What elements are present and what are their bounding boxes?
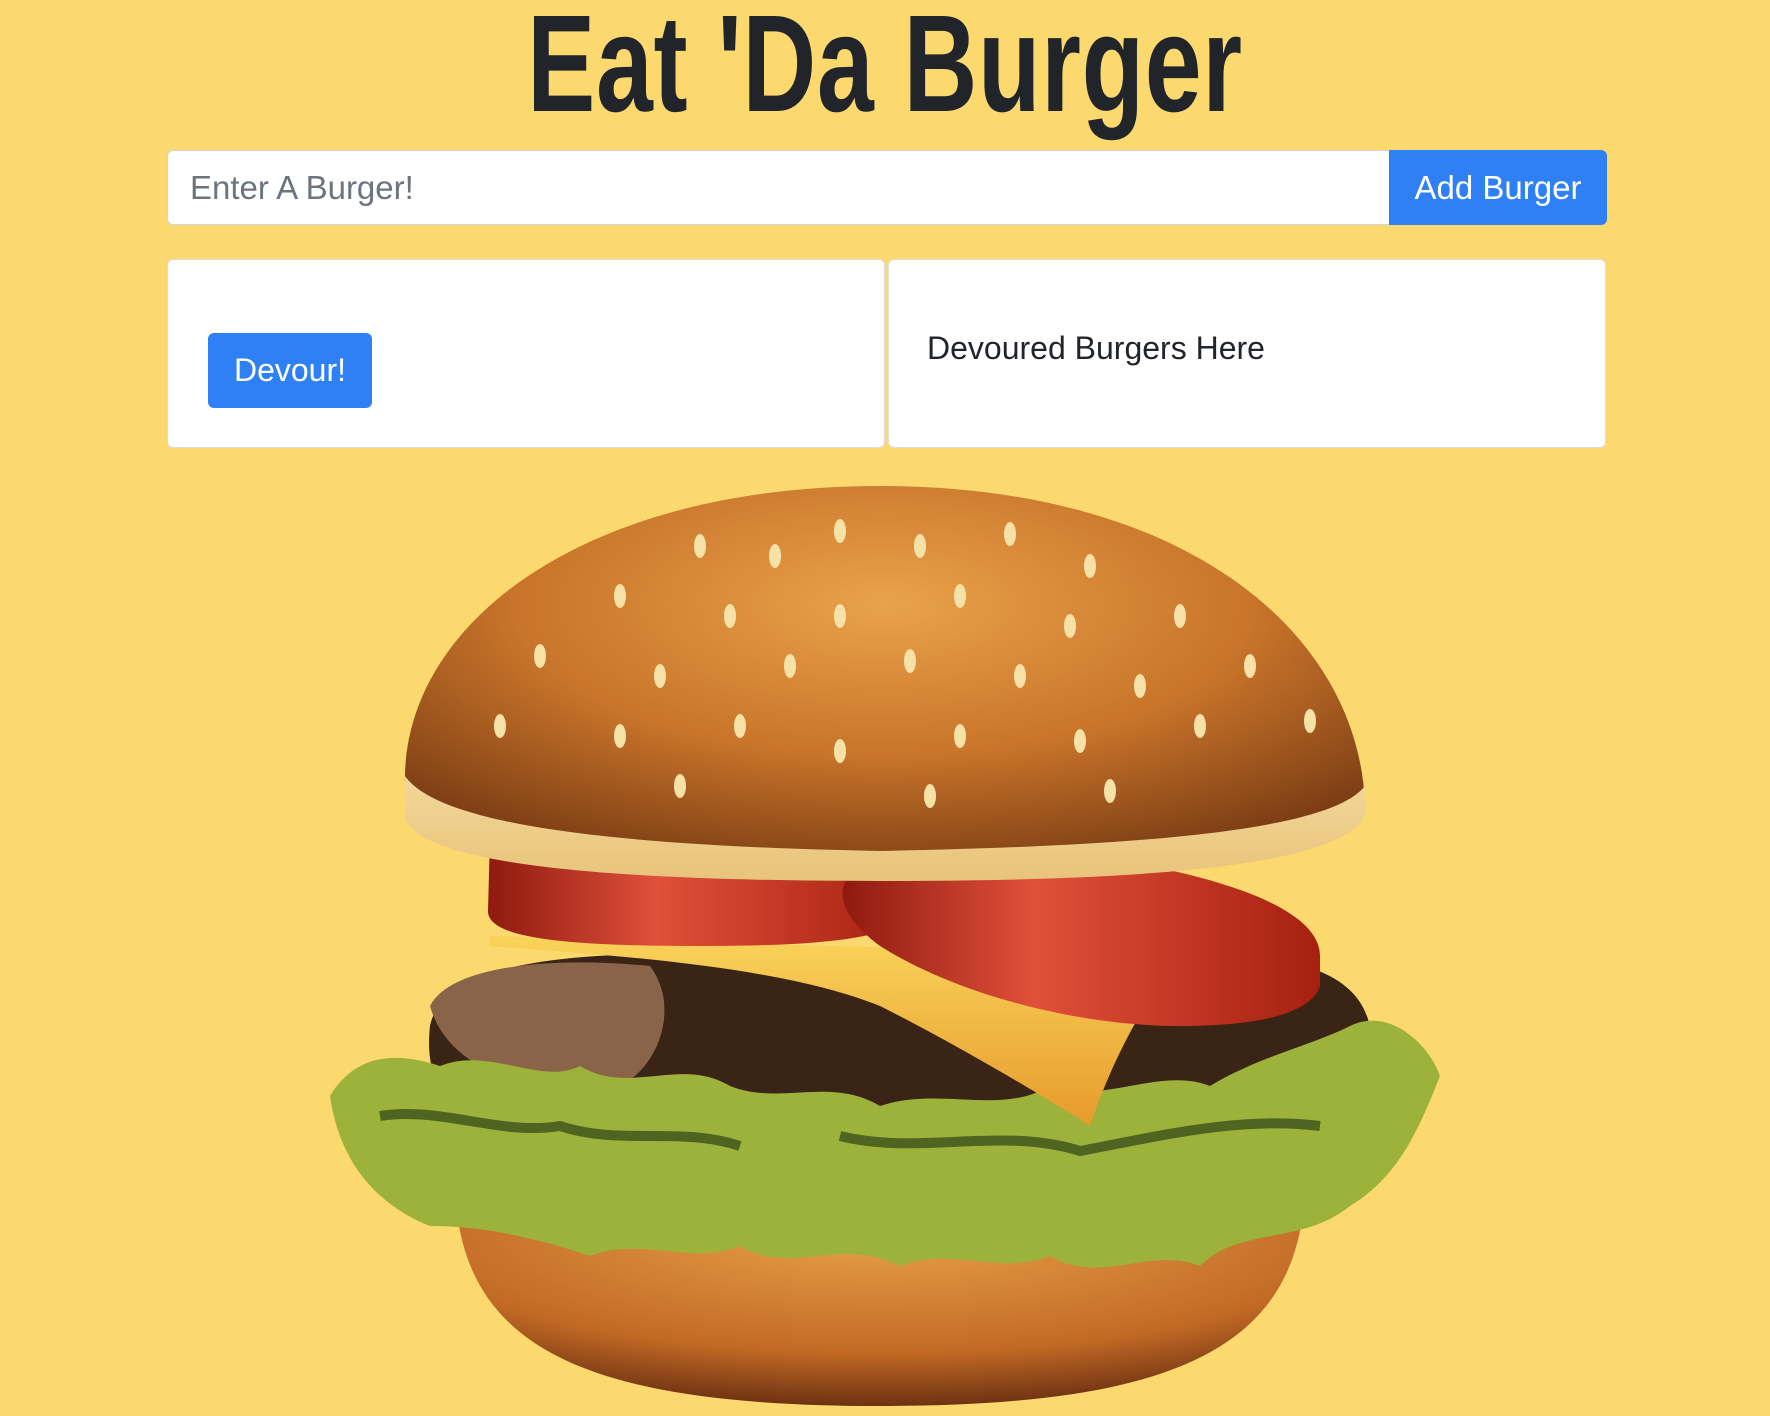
burger-illustration [330, 486, 1440, 1406]
add-burger-form: Add Burger [167, 150, 1607, 225]
devoured-burgers-card: Devoured Burgers Here [888, 259, 1606, 448]
add-burger-button[interactable]: Add Burger [1389, 150, 1607, 225]
page-title: Eat 'Da Burger [527, 0, 1243, 141]
devour-button[interactable]: Devour! [208, 333, 372, 408]
uneaten-burgers-card: Devour! [167, 259, 885, 448]
devoured-burgers-label: Devoured Burgers Here [927, 330, 1265, 366]
burger-name-input[interactable] [167, 150, 1389, 225]
